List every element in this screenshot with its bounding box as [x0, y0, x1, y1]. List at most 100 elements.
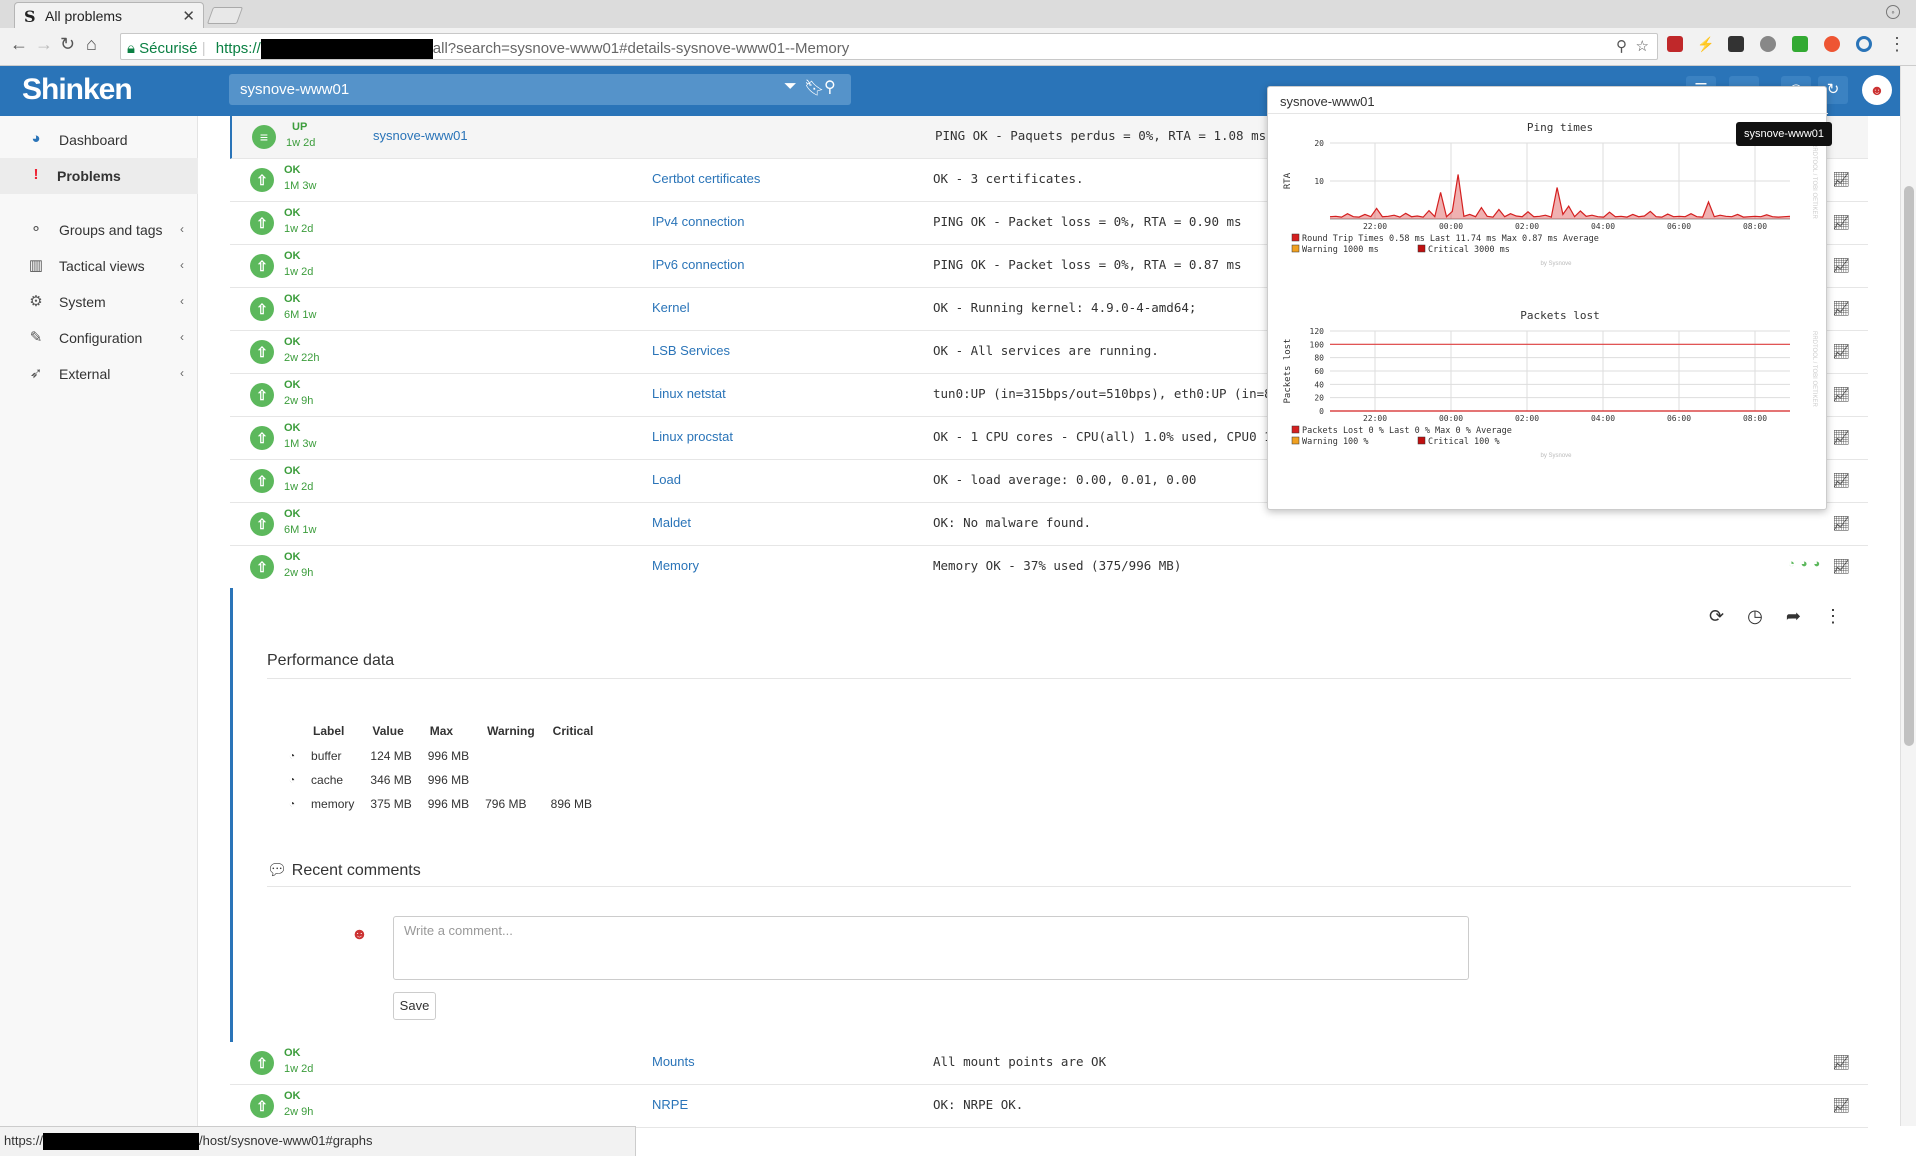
status-badge: OK — [284, 207, 301, 219]
home-icon[interactable]: ⌂ — [86, 34, 97, 55]
service-link[interactable]: IPv6 connection — [652, 257, 745, 272]
sidebar-item-system[interactable]: ⚙ System ‹ — [0, 284, 198, 320]
graph-icon[interactable]: 📈︎ — [1832, 558, 1850, 575]
save-comment-button[interactable]: Save — [393, 992, 436, 1020]
zoom-icon[interactable]: ⚲ — [1616, 37, 1627, 55]
divider — [267, 678, 1851, 679]
url-path: all?search=sysnove-www01#details-sysnove… — [432, 39, 850, 57]
perf-label: cache — [311, 773, 344, 787]
service-row[interactable]: ⇧ OK 2w 9h NRPE OK: NRPE OK. 📈︎ — [230, 1085, 1868, 1128]
service-link[interactable]: NRPE — [652, 1097, 688, 1112]
service-link[interactable]: Load — [652, 472, 681, 487]
status-badge: OK — [284, 422, 301, 434]
y-tick-label: 80 — [1314, 354, 1324, 363]
comment-textarea[interactable]: Write a comment... — [393, 916, 1469, 980]
perf-label: buffer — [311, 749, 342, 763]
legend-swatch — [1417, 436, 1426, 445]
sidebar-item-tactical-views[interactable]: ▥ Tactical views ‹ — [0, 248, 198, 284]
sidebar-item-problems[interactable]: ! Problems — [0, 158, 198, 194]
ublock-extension-icon[interactable] — [1667, 36, 1683, 52]
bookmark-icon[interactable]: 🔖︎ — [804, 78, 824, 98]
more-icon[interactable]: ⋮ — [1824, 606, 1842, 626]
new-tab-button[interactable] — [206, 7, 244, 24]
duration: 6M 1w — [284, 524, 317, 536]
perf-max: 996 MB — [427, 773, 470, 787]
url-field[interactable]: 🔒︎ Sécurisé | https://all?search=sysnove… — [120, 33, 1658, 60]
service-link[interactable]: Maldet — [652, 515, 691, 530]
status-badge: OK — [284, 164, 301, 176]
service-row[interactable]: ⇧ OK 1w 2d Mounts All mount points are OK 📈︎ — [230, 1042, 1868, 1085]
graph-icon[interactable]: 📈︎ — [1832, 386, 1850, 403]
browser-menu-icon[interactable]: ⋮ — [1888, 34, 1906, 55]
ghost-extension-icon[interactable] — [1760, 36, 1776, 52]
bookmark-star-icon[interactable]: ☆ — [1636, 37, 1649, 55]
y-tick-label: 60 — [1314, 367, 1324, 376]
sidebar-item-external[interactable]: ➶ External ‹ — [0, 356, 198, 392]
service-link[interactable]: Linux netstat — [652, 386, 726, 401]
popover-title: sysnove-www01 — [1280, 94, 1375, 109]
graph-icon[interactable]: 📈︎ — [1832, 1097, 1850, 1114]
service-link[interactable]: LSB Services — [652, 343, 730, 358]
graph-icon[interactable]: 📈︎ — [1832, 214, 1850, 231]
sidebar-item-label: Problems — [57, 168, 121, 184]
graph-icon[interactable]: 📈︎ — [1832, 300, 1850, 317]
service-link[interactable]: IPv4 connection — [652, 214, 745, 229]
sync-extension-icon[interactable] — [1856, 36, 1872, 52]
service-link[interactable]: Mounts — [652, 1054, 695, 1069]
duration: 1w 2d — [284, 223, 314, 235]
reload-icon[interactable]: ↻ — [60, 34, 75, 55]
recheck-icon[interactable]: ⟳ — [1709, 606, 1724, 626]
user-profile-icon[interactable]: ◦ — [1886, 5, 1900, 19]
graph-icon[interactable]: 📈︎ — [1832, 171, 1850, 188]
host-link[interactable]: sysnove-www01 — [373, 128, 468, 143]
pocket-extension-icon[interactable] — [1728, 36, 1744, 52]
service-link[interactable]: Certbot certificates — [652, 171, 760, 186]
graph-icon[interactable]: 📈︎ — [1832, 472, 1850, 489]
filter-icon[interactable]: ⏷ — [784, 78, 797, 96]
url-scheme: https:// — [215, 39, 261, 57]
duration: 1w 2d — [284, 1063, 314, 1075]
sidebar-item-configuration[interactable]: ✎ Configuration ‹ — [0, 320, 198, 356]
redacted-domain — [43, 1133, 200, 1151]
scrollbar-thumb[interactable] — [1904, 186, 1914, 746]
shinken-logo[interactable]: Shinken — [22, 73, 133, 107]
perf-row: ◔ cache 346 MB 996 MB — [283, 768, 603, 792]
color-extension-icon[interactable] — [1824, 36, 1840, 52]
pie-icon: ◔ — [289, 774, 296, 786]
service-link[interactable]: Kernel — [652, 300, 690, 315]
graph-icon[interactable]: 📈︎ — [1832, 343, 1850, 360]
lightning-extension-icon[interactable]: ⚡ — [1697, 36, 1714, 52]
x-tick-label: 02:00 — [1515, 414, 1539, 423]
sidebar-item-dashboard[interactable]: ◕ Dashboard — [0, 122, 198, 158]
service-link[interactable]: Linux procstat — [652, 429, 733, 444]
ok-arrow-icon: ⇧ — [250, 555, 274, 579]
bar-chart-icon: ▥ — [28, 257, 44, 274]
schedule-icon[interactable]: ◷ — [1747, 606, 1763, 626]
service-row[interactable]: ⇧ OK 2w 9h Memory Memory OK - 37% used (375/… — [230, 546, 1868, 589]
shinken-favicon-icon: S — [24, 7, 36, 26]
back-icon[interactable]: ← — [10, 34, 28, 55]
duration: 1w 2d — [286, 137, 316, 149]
wrench-icon: ✎ — [29, 329, 43, 346]
browser-tab[interactable]: S All problems ✕ — [14, 2, 204, 28]
graph-icon[interactable]: 📈︎ — [1832, 429, 1850, 446]
graph-icon[interactable]: 📈︎ — [1832, 257, 1850, 274]
service-link[interactable]: Memory — [652, 558, 699, 573]
share-icon[interactable]: ➦ — [1786, 606, 1801, 626]
perf-critical — [545, 744, 604, 768]
sidebar-item-groups-and-tags[interactable]: ⚬ Groups and tags ‹ — [0, 212, 198, 248]
tool-extension-icon[interactable] — [1792, 36, 1808, 52]
legend-swatch — [1291, 233, 1300, 242]
graph-icon[interactable]: 📈︎ — [1832, 515, 1850, 532]
graph-icon[interactable]: 📈︎ — [1832, 1054, 1850, 1071]
search-icon[interactable]: ⚲ — [824, 77, 836, 97]
status-url-prefix: https:// — [4, 1133, 44, 1148]
service-detail-panel: ⟳ ◷ ➦ ⋮ Performance data Label Value Max… — [230, 588, 1868, 1042]
forward-icon[interactable]: → — [35, 34, 53, 55]
close-tab-icon[interactable]: ✕ — [182, 7, 195, 25]
page-scrollbar[interactable] — [1900, 66, 1916, 1126]
legend-swatch — [1291, 425, 1300, 434]
perf-label: memory — [311, 797, 355, 811]
search-input[interactable]: sysnove-www01 — [229, 74, 851, 105]
user-avatar[interactable]: ☻ — [1862, 75, 1892, 105]
